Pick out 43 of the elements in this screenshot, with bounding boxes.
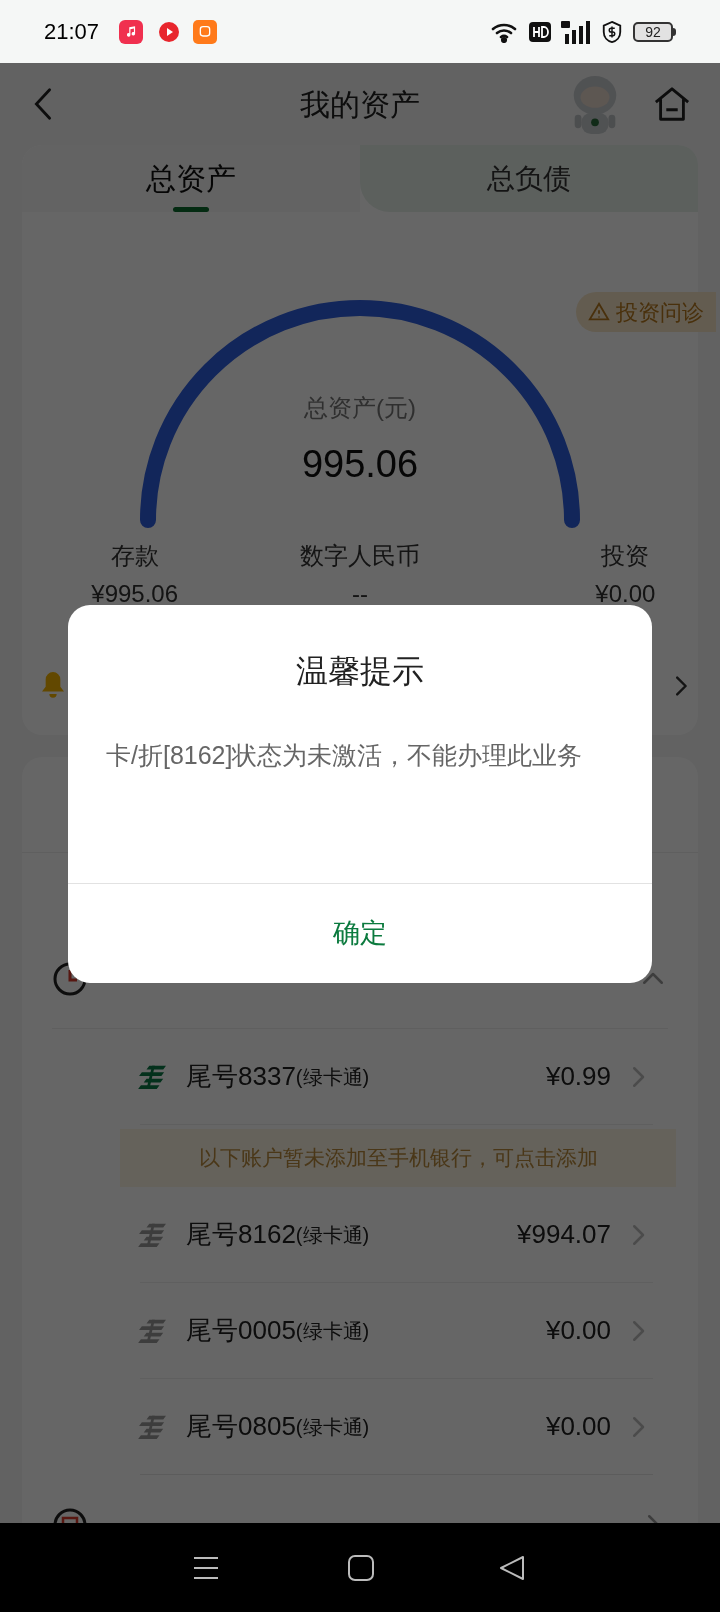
stat-label: 投资 [601,541,650,571]
account-type: (绿卡通) [295,1414,370,1440]
account-type: (绿卡通) [295,1222,370,1248]
signal-icon [561,19,591,44]
account-amount: ¥0.00 [545,1410,611,1443]
account-type: (绿卡通) [295,1318,370,1344]
account-amount: ¥0.99 [545,1060,611,1093]
stat-value: ¥0.00 [595,579,656,609]
notice-banner[interactable]: 以下账户暂未添加至手机银行，可点击添加 [120,1129,676,1187]
account-amount: ¥0.00 [545,1314,611,1347]
bank-logo-icon [138,1317,168,1344]
stat-value: ¥995.06 [91,579,179,609]
hd-icon [529,21,551,42]
music-app-icon [119,19,144,44]
page-title: 我的资产 [300,86,420,123]
stat-label: 数字人民币 [300,541,420,571]
account-type: (绿卡通) [295,1064,370,1090]
video-app-icon [157,19,182,44]
summary-value: 995.06 [301,442,419,487]
bank-logo-icon [138,1221,168,1248]
tab[interactable]: 总负债 [360,145,698,212]
account-number: 尾号0005 [186,1314,296,1347]
battery-level: 92 [645,24,661,39]
bank-logo-icon [138,1063,168,1090]
bank-logo-icon [138,1413,168,1440]
stat-label: 存款 [110,541,159,571]
warning-icon [588,301,610,323]
dialog-title: 温馨提示 [296,652,424,691]
status-time: 21:07 [44,18,100,46]
confirm-button[interactable]: 确定 [68,884,652,983]
bell-icon [42,672,64,699]
dialog-message: 卡/折[8162]状态为未激活，不能办理此业务 [106,740,584,771]
account-number: 尾号8337 [186,1060,296,1093]
stat-value: -- [352,579,368,609]
home-button[interactable] [652,84,692,124]
chevron-right-icon [676,675,688,696]
account-amount: ¥994.07 [517,1218,611,1251]
account-number: 尾号8162 [186,1218,296,1251]
shield-icon [601,19,623,44]
account-number: 尾号0805 [186,1410,296,1443]
home-nav-button[interactable] [348,1554,374,1581]
consult-badge[interactable]: 投资问诊 [576,292,716,332]
shopping-app-icon [193,19,218,44]
